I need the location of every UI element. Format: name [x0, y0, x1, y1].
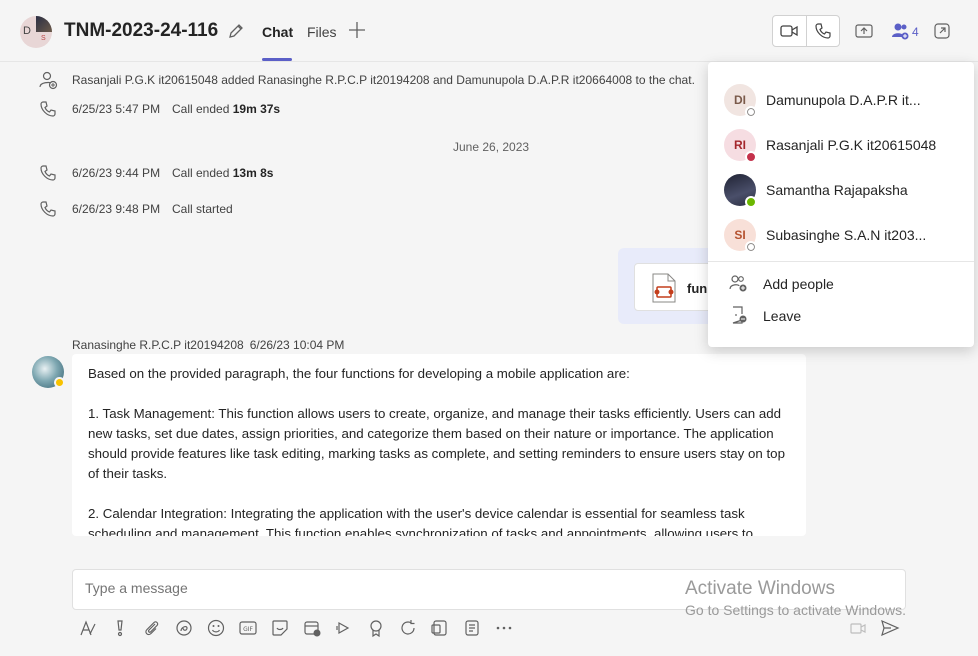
add-people-action[interactable]: Add people — [708, 269, 974, 297]
more-options-icon[interactable] — [494, 618, 514, 638]
attach-icon[interactable] — [142, 618, 162, 638]
activate-windows-title: Activate Windows — [685, 578, 835, 599]
date-divider: June 26, 2023 — [453, 140, 530, 154]
pop-out-chat-icon[interactable] — [932, 21, 952, 41]
participants-popover: DI Damunupola D.A.P.R it... RI Rasanjali… — [708, 62, 974, 347]
participant-item[interactable]: SI Subasinghe S.A.N it203... — [708, 215, 974, 255]
group-avatar-initial: D — [23, 25, 31, 37]
offline-status-icon — [745, 241, 757, 253]
system-message-call: 6/25/23 5:47 PM Call ended 19m 37s — [0, 99, 700, 119]
call-duration: 13m 8s — [232, 166, 274, 180]
leave-label: Leave — [763, 308, 802, 324]
send-icon[interactable] — [880, 618, 900, 638]
add-tab-plus-icon[interactable] — [347, 20, 367, 40]
onenote-icon[interactable] — [430, 618, 450, 638]
message-paragraph: 2. Calendar Integration: Integrating the… — [88, 506, 754, 536]
share-screen-icon[interactable] — [854, 21, 874, 41]
phone-icon — [40, 201, 56, 217]
participant-name: Subasinghe S.A.N it203... — [766, 227, 927, 243]
add-people-label: Add people — [763, 276, 834, 292]
tab-chat-indicator — [262, 58, 292, 61]
participant-item[interactable]: Samantha Rajapaksha — [708, 170, 974, 210]
offline-status-icon — [745, 106, 757, 118]
message-author[interactable]: Ranasinghe R.P.C.P it20194208 — [72, 338, 244, 352]
participant-name: Samantha Rajapaksha — [766, 182, 908, 198]
chat-header: D S TNM-2023-24-116 Chat Files 4 — [0, 0, 978, 62]
participant-item[interactable]: RI Rasanjali P.G.K it20615048 — [708, 125, 974, 165]
add-person-icon — [39, 71, 58, 90]
add-people-icon — [729, 275, 747, 292]
call-label: Call ended — [172, 102, 230, 116]
edit-pencil-icon[interactable] — [226, 21, 246, 41]
participant-name: Rasanjali P.G.K it20615048 — [766, 137, 937, 153]
participant-item[interactable]: DI Damunupola D.A.P.R it... — [708, 80, 974, 120]
call-time: 6/25/23 5:47 PM — [72, 102, 161, 116]
phone-icon — [40, 101, 56, 117]
message-input[interactable] — [85, 580, 645, 596]
tab-chat[interactable]: Chat — [262, 24, 293, 40]
gif-icon[interactable]: GIF — [238, 618, 258, 638]
message-bubble[interactable]: Based on the provided paragraph, the fou… — [72, 354, 806, 536]
message-meta: Ranasinghe R.P.C.P it20194208 6/26/23 10:… — [72, 338, 344, 352]
system-message-added: Rasanjali P.G.K it20615048 added Ranasin… — [0, 70, 700, 90]
powerpoint-file-icon — [652, 273, 676, 303]
stream-icon[interactable] — [334, 618, 354, 638]
message-paragraph: Based on the provided paragraph, the fou… — [88, 366, 630, 381]
activate-windows-subtitle: Go to Settings to activate Windows. — [685, 602, 906, 618]
system-message-call: 6/26/23 9:48 PM Call started — [0, 199, 700, 219]
participant-name: Damunupola D.A.P.R it... — [766, 92, 921, 108]
audio-call-icon[interactable] — [813, 21, 833, 41]
message-time: 6/26/23 10:04 PM — [249, 338, 345, 352]
important-icon[interactable] — [110, 618, 130, 638]
call-time: 6/26/23 9:48 PM — [72, 202, 161, 216]
available-status-icon — [745, 196, 757, 208]
call-status: Call started — [172, 202, 233, 216]
call-label: Call started — [172, 202, 233, 216]
leave-icon — [732, 306, 747, 324]
dictate-icon[interactable] — [848, 618, 868, 638]
emoji-icon[interactable] — [206, 618, 226, 638]
call-status: Call ended 13m 8s — [172, 166, 273, 180]
chat-title[interactable]: TNM-2023-24-116 — [64, 20, 218, 42]
format-icon[interactable] — [78, 618, 98, 638]
schedule-meeting-icon[interactable] — [302, 618, 322, 638]
tab-files[interactable]: Files — [307, 24, 337, 40]
call-label: Call ended — [172, 166, 230, 180]
svg-text:GIF: GIF — [243, 626, 253, 633]
loop-icon[interactable] — [174, 618, 194, 638]
busy-status-icon — [745, 151, 757, 163]
call-duration: 19m 37s — [232, 102, 281, 116]
call-buttons-group — [772, 15, 840, 47]
group-avatar[interactable]: D S — [20, 16, 52, 48]
system-message-call: 6/26/23 9:44 PM Call ended 13m 8s — [0, 163, 700, 183]
forms-icon[interactable] — [462, 618, 482, 638]
message-paragraph: 1. Task Management: This function allows… — [88, 406, 785, 481]
group-avatar-photo — [36, 16, 52, 32]
call-status: Call ended 19m 37s — [172, 102, 280, 116]
participant-count[interactable]: 4 — [912, 25, 919, 39]
sticker-icon[interactable] — [270, 618, 290, 638]
praise-icon[interactable] — [366, 618, 386, 638]
system-message-text: Rasanjali P.G.K it20615048 added Ranasin… — [72, 73, 695, 87]
video-call-icon[interactable] — [779, 21, 799, 41]
leave-action[interactable]: Leave — [708, 301, 974, 329]
updates-icon[interactable] — [398, 618, 418, 638]
author-status-away-icon — [54, 377, 65, 388]
group-avatar-sub: S — [41, 35, 46, 42]
phone-icon — [40, 165, 56, 181]
popover-divider — [708, 261, 974, 262]
file-name[interactable]: fun — [687, 281, 707, 296]
call-divider — [806, 16, 807, 46]
call-time: 6/26/23 9:44 PM — [72, 166, 161, 180]
